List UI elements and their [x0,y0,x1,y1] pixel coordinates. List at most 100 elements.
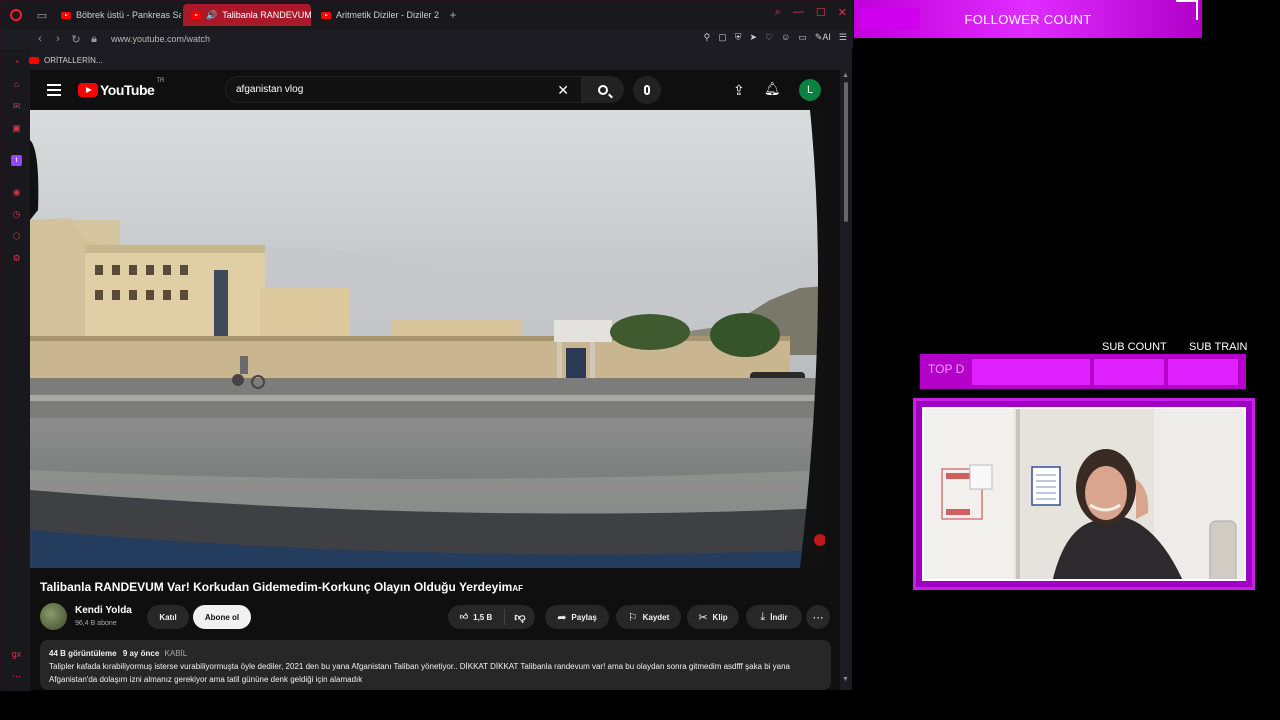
scroll-down-icon[interactable]: ▼ [842,676,849,683]
view-count: 44 B görüntüleme [49,649,117,658]
title-suffix: AF [512,584,523,593]
gx-icon[interactable]: gx [11,649,22,660]
new-tab-button[interactable]: + [443,8,463,22]
close-icon[interactable]: ✕ [838,6,847,19]
channel-name[interactable]: Kendi Yolda [75,605,132,616]
more-icon[interactable]: ⋯ [11,671,22,682]
bookmark-item[interactable]: ORİTALLERİN... [44,56,103,65]
location-tag[interactable]: KABİL [165,649,188,658]
hamburger-menu-icon[interactable] [47,84,61,96]
search-tabs-icon[interactable]: ⌕ [775,6,781,19]
youtube-favicon-icon [61,11,71,19]
webcam-feed [922,407,1246,581]
video-frame [30,110,825,568]
tab-label: Talibanla RANDEVUM [222,10,311,20]
follower-count-bar: FOLLOWER COUNT [854,0,1202,38]
upload-age: 9 ay önce [122,649,160,658]
description-box[interactable]: 44 B görüntüleme 9 ay önce KABİL Taliple… [40,640,831,690]
more-actions-button[interactable]: ⋯ [806,605,830,629]
twitch-icon[interactable]: t [11,155,22,166]
heart-icon[interactable]: ♡ [765,32,773,43]
download-icon: ⤓ [760,610,766,623]
frame-corner [1176,0,1198,20]
save-button[interactable]: ⚐ Kaydet [616,605,681,629]
voice-search-button[interactable] [633,76,661,104]
mail-icon[interactable]: ▣ [11,123,22,134]
microphone-icon [644,85,650,95]
download-button[interactable]: ⤓ İndir [746,605,802,629]
youtube-logo[interactable]: YouTube TR [78,78,164,98]
url-field[interactable]: www.youtube.com/watch [111,34,210,44]
reload-icon[interactable]: ↻ [67,33,85,46]
maximize-icon[interactable]: ☐ [816,6,826,19]
top-donation-bar: TOP D [920,354,1246,389]
battery-icon[interactable]: ▭ [798,32,807,43]
scroll-thumb[interactable] [844,82,848,222]
shopping-icon[interactable]: ⌂ [11,79,22,90]
account-avatar[interactable]: L [799,79,821,101]
player-icon[interactable]: ◉ [11,187,22,198]
scroll-up-icon[interactable]: ▲ [842,72,849,79]
messenger-icon[interactable]: ✉ [11,101,22,112]
profile-icon[interactable]: ☺ [781,32,790,43]
history-icon[interactable]: ◷ [11,209,22,220]
sub-train-label: SUB TRAIN [1189,341,1248,353]
page-scrollbar[interactable]: ▲ ▼ [840,70,852,690]
like-button[interactable]: 👍︎ 1,5 B [448,609,505,625]
address-bar-icons: ⚲ ▢ ⛨ ➤ ♡ ☺ ▭ ✎AI ☰ [704,32,847,43]
clip-button[interactable]: ✂ Klip [687,605,739,629]
tab-label: Böbrek üstü - Pankreas Sa [76,10,181,20]
thumbs-up-icon: 👍︎ [459,612,469,621]
menu-icon[interactable]: ☰ [839,32,847,43]
thumbs-down-icon: 👎︎ [514,611,526,624]
more-horizontal-icon: ⋯ [812,611,824,624]
pin-icon[interactable]: ⚲ [704,32,711,43]
youtube-header: YouTube TR afganistan vlog ✕ ⇪ 🔔︎ L [30,70,840,110]
aria-ai-button[interactable]: ✎AI [815,32,831,43]
channel-avatar[interactable] [40,603,67,630]
send-icon[interactable]: ➤ [750,32,758,43]
tab-bar: ▭ Böbrek üstü - Pankreas Sa 🔊 Talibanla … [1,1,853,29]
bookmark-icon: ⚐ [627,611,638,624]
dislike-button[interactable]: 👎︎ [505,611,535,624]
description-text: Talipler kafada kırabiliyormuş isterse v… [49,662,790,684]
webcam-image [924,409,1244,579]
tab-taliban-video[interactable]: 🔊 Talibanla RANDEVUM [183,4,311,26]
subscribe-button[interactable]: Abone ol [193,605,251,629]
back-icon[interactable]: ‹ [31,33,49,45]
shield-icon[interactable]: ⛨ [735,32,742,43]
speed-dial-icon[interactable]: ◔ [11,57,22,68]
sub-train-segment [1168,358,1238,385]
screen: ▭ Böbrek üstü - Pankreas Sa 🔊 Talibanla … [0,0,1280,720]
opera-logo-icon[interactable] [1,1,31,29]
settings-icon[interactable]: ⚙ [11,253,22,264]
minimize-icon[interactable]: — [793,6,804,19]
extensions-icon[interactable]: ⬡ [11,231,22,242]
tab-pancreas[interactable]: Böbrek üstü - Pankreas Sa [53,4,181,26]
share-button[interactable]: ➦ Paylaş [545,605,609,629]
clear-search-icon[interactable]: ✕ [557,82,569,99]
youtube-play-icon [78,83,98,97]
subscriber-count: 96,4 B abone [75,620,117,627]
youtube-favicon-icon [191,11,201,19]
join-button[interactable]: Katıl [147,605,189,629]
video-player[interactable] [30,110,825,568]
lock-icon[interactable]: 🔒︎ [85,33,103,46]
notifications-bell-icon[interactable]: 🔔︎ [764,81,781,97]
snapshot-icon[interactable]: ▢ [718,32,727,43]
search-input[interactable]: afganistan vlog ✕ [225,76,582,103]
sub-count-label: SUB COUNT [1102,341,1167,353]
forward-icon[interactable]: › [49,33,67,45]
tab-switcher-icon[interactable]: ▭ [31,1,53,29]
search-button[interactable] [582,76,624,103]
tab-arithmetic[interactable]: Aritmetik Diziler - Diziler 2 [313,4,441,26]
speaker-icon[interactable]: 🔊 [206,10,217,21]
upload-icon[interactable]: ⇪ [733,82,745,99]
follower-count-label: FOLLOWER COUNT [964,11,1092,27]
tab-label: Aritmetik Diziler - Diziler 2 [336,10,440,20]
webcam-frame [913,398,1255,590]
video-title: Talibanla RANDEVUM Var! Korkudan Gidemed… [40,580,523,594]
share-icon: ➦ [557,611,567,624]
top-donation-label: TOP D [928,362,965,376]
browser-sidebar: ◔ ⌂ ✉ ▣ t ◉ ◷ ⬡ ⚙ gx ⋯ [1,49,31,691]
